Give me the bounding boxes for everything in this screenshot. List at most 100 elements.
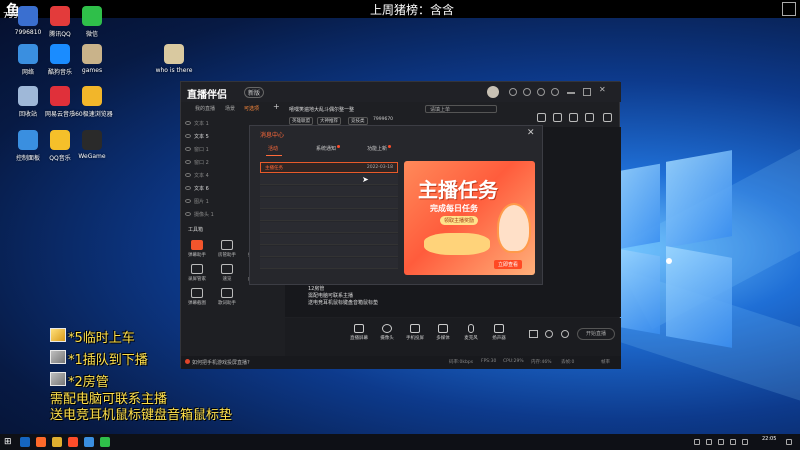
eye-icon[interactable] bbox=[185, 173, 191, 177]
message-row[interactable]: 主播任务 2022-03-18 bbox=[260, 162, 398, 173]
maximize-icon[interactable] bbox=[583, 88, 591, 96]
category-chip[interactable]: 英雄联盟 bbox=[289, 117, 313, 125]
category-chip[interactable]: 竞技类 bbox=[348, 117, 368, 125]
scene-item[interactable]: 图片 1 bbox=[185, 198, 209, 205]
scene-item[interactable]: 窗口 2 bbox=[185, 159, 209, 166]
tab-system-notice[interactable]: 系统通知 bbox=[316, 145, 341, 152]
eye-icon[interactable] bbox=[185, 134, 191, 138]
scene-label: 文本 6 bbox=[194, 186, 209, 192]
notification-icon[interactable] bbox=[786, 439, 792, 445]
desktop-icon[interactable]: games bbox=[68, 44, 116, 74]
view-now-button[interactable]: 立即查看 bbox=[494, 260, 523, 269]
scene-item[interactable]: 文本 1 bbox=[185, 120, 209, 127]
toolbox-item[interactable]: 弹幕截图 bbox=[183, 288, 211, 306]
tool-label: 录屏管家 bbox=[188, 277, 206, 282]
eye-icon[interactable] bbox=[185, 147, 191, 151]
timer-icon[interactable] bbox=[545, 330, 553, 338]
tab-new-features[interactable]: 功能上新 bbox=[367, 145, 392, 152]
status-hint[interactable]: 如何把手机游戏投屏直播? bbox=[185, 359, 250, 366]
tray-battery-icon[interactable] bbox=[706, 439, 712, 445]
user-avatar[interactable] bbox=[487, 86, 499, 98]
speaker-button[interactable]: 扬声器 bbox=[487, 324, 511, 341]
tray-input-icon[interactable] bbox=[730, 439, 736, 445]
tray-network-icon[interactable] bbox=[694, 439, 700, 445]
unread-badge bbox=[388, 145, 392, 148]
camera-button[interactable]: 摄像头 bbox=[375, 324, 399, 341]
start-live-button[interactable]: 开始直播 bbox=[577, 328, 615, 340]
toolbox-item[interactable]: 弹幕助手 bbox=[183, 240, 211, 258]
desktop-icon[interactable]: WeGame bbox=[68, 130, 116, 160]
button-label: 多媒体 bbox=[436, 336, 450, 341]
category-chip[interactable]: 大神推荐 bbox=[317, 117, 341, 125]
toolbox-item[interactable]: 歌词助手 bbox=[213, 288, 241, 306]
app-icon bbox=[82, 6, 102, 26]
tab-my-live[interactable]: 我的直播 bbox=[195, 105, 215, 112]
tab-options[interactable]: 可选项 bbox=[244, 105, 259, 112]
desktop-icon[interactable]: who is there bbox=[150, 44, 198, 74]
app-icon bbox=[18, 6, 38, 26]
windows-logo-pane bbox=[666, 246, 732, 348]
microphone-button[interactable]: 麦克风 bbox=[459, 324, 483, 341]
gift-icon[interactable] bbox=[537, 113, 546, 122]
title-input[interactable]: 请填上单 bbox=[425, 105, 497, 113]
overlay-text-line: *1插队到下播 bbox=[68, 353, 148, 368]
scene-label: 窗口 1 bbox=[194, 147, 209, 153]
scene-item[interactable]: 文本 4 bbox=[185, 172, 209, 179]
app-icon bbox=[18, 86, 38, 106]
gear-icon[interactable] bbox=[561, 330, 569, 338]
screen-capture-button[interactable]: 直播屏幕 bbox=[347, 324, 371, 341]
tray-chat-icon[interactable] bbox=[742, 439, 748, 445]
share-icon[interactable] bbox=[603, 113, 612, 122]
close-icon[interactable]: ✕ bbox=[527, 128, 535, 138]
taskbar-app-icon[interactable] bbox=[52, 437, 62, 447]
scene-item[interactable]: 文本 5 bbox=[185, 133, 209, 140]
taskbar-app-icon[interactable] bbox=[68, 437, 78, 447]
banner-title: 主播任务 bbox=[418, 178, 498, 202]
close-icon[interactable]: ✕ bbox=[599, 85, 607, 94]
stat-memory: 内存:46% bbox=[531, 360, 552, 365]
headset-icon[interactable] bbox=[509, 88, 517, 96]
desktop-icon[interactable]: 360极速浏览器 bbox=[68, 86, 116, 118]
taskbar-app-icon[interactable] bbox=[84, 437, 94, 447]
settings-icon[interactable] bbox=[551, 88, 559, 96]
scene-item[interactable]: 摄像头 1 bbox=[185, 211, 214, 218]
taskbar-app-icon[interactable] bbox=[100, 437, 110, 447]
app-icon bbox=[50, 44, 70, 64]
add-scene-button[interactable]: + bbox=[273, 102, 280, 111]
taskbar-app-icon[interactable] bbox=[36, 437, 46, 447]
ring-icon[interactable] bbox=[523, 88, 531, 96]
eye-icon[interactable] bbox=[185, 212, 191, 216]
clock[interactable]: 22:05 bbox=[762, 436, 776, 442]
media-button[interactable]: 多媒体 bbox=[431, 324, 455, 341]
version-badge[interactable]: 新版 bbox=[244, 87, 265, 98]
eye-icon[interactable] bbox=[185, 160, 191, 164]
eye-icon[interactable] bbox=[185, 186, 191, 190]
eye-icon[interactable] bbox=[185, 121, 191, 125]
scene-item[interactable]: 文本 6 bbox=[185, 185, 209, 192]
scene-item[interactable]: 窗口 1 bbox=[185, 146, 209, 153]
tab-activity[interactable]: 活动 bbox=[268, 145, 278, 152]
toolbox-item[interactable]: 速览 bbox=[213, 264, 241, 282]
layout-icon[interactable] bbox=[569, 113, 578, 122]
tool-label: 速览 bbox=[222, 277, 232, 282]
tray-volume-icon[interactable] bbox=[718, 439, 724, 445]
stream-title-bar: 鱼 7996810 上周猪榜：含含 bbox=[0, 0, 800, 20]
toolbox-item[interactable]: 录屏管家 bbox=[183, 264, 211, 282]
stream-room-title[interactable]: 嘻嘿笑遍地大乱斗偶尔整一整 bbox=[289, 106, 354, 113]
corner-frame-icon bbox=[782, 2, 796, 16]
streamer-task-banner[interactable]: 主播任务 完成每日任务 领取主播奖励 立即查看 bbox=[404, 161, 535, 275]
tab-scenes[interactable]: 场景 bbox=[225, 105, 235, 112]
mail-icon[interactable] bbox=[537, 88, 545, 96]
desktop-icon[interactable]: 微信 bbox=[68, 6, 116, 38]
unread-badge bbox=[337, 145, 341, 148]
minimize-icon[interactable] bbox=[567, 92, 575, 94]
message-center-dialog: 消息中心 ✕ 活动 系统通知 功能上新 主播任务 2022-03-18 主播任务 … bbox=[249, 125, 543, 285]
eye-icon[interactable] bbox=[185, 199, 191, 203]
record-icon[interactable] bbox=[529, 330, 538, 338]
toolbox-item[interactable]: 房管助手 bbox=[213, 240, 241, 258]
bell-icon[interactable] bbox=[585, 113, 594, 122]
start-icon[interactable]: ⊞ bbox=[4, 437, 12, 447]
phone-cast-button[interactable]: 手机投屏 bbox=[403, 324, 427, 341]
taskbar-app-icon[interactable] bbox=[20, 437, 30, 447]
lock-icon[interactable] bbox=[553, 113, 562, 122]
